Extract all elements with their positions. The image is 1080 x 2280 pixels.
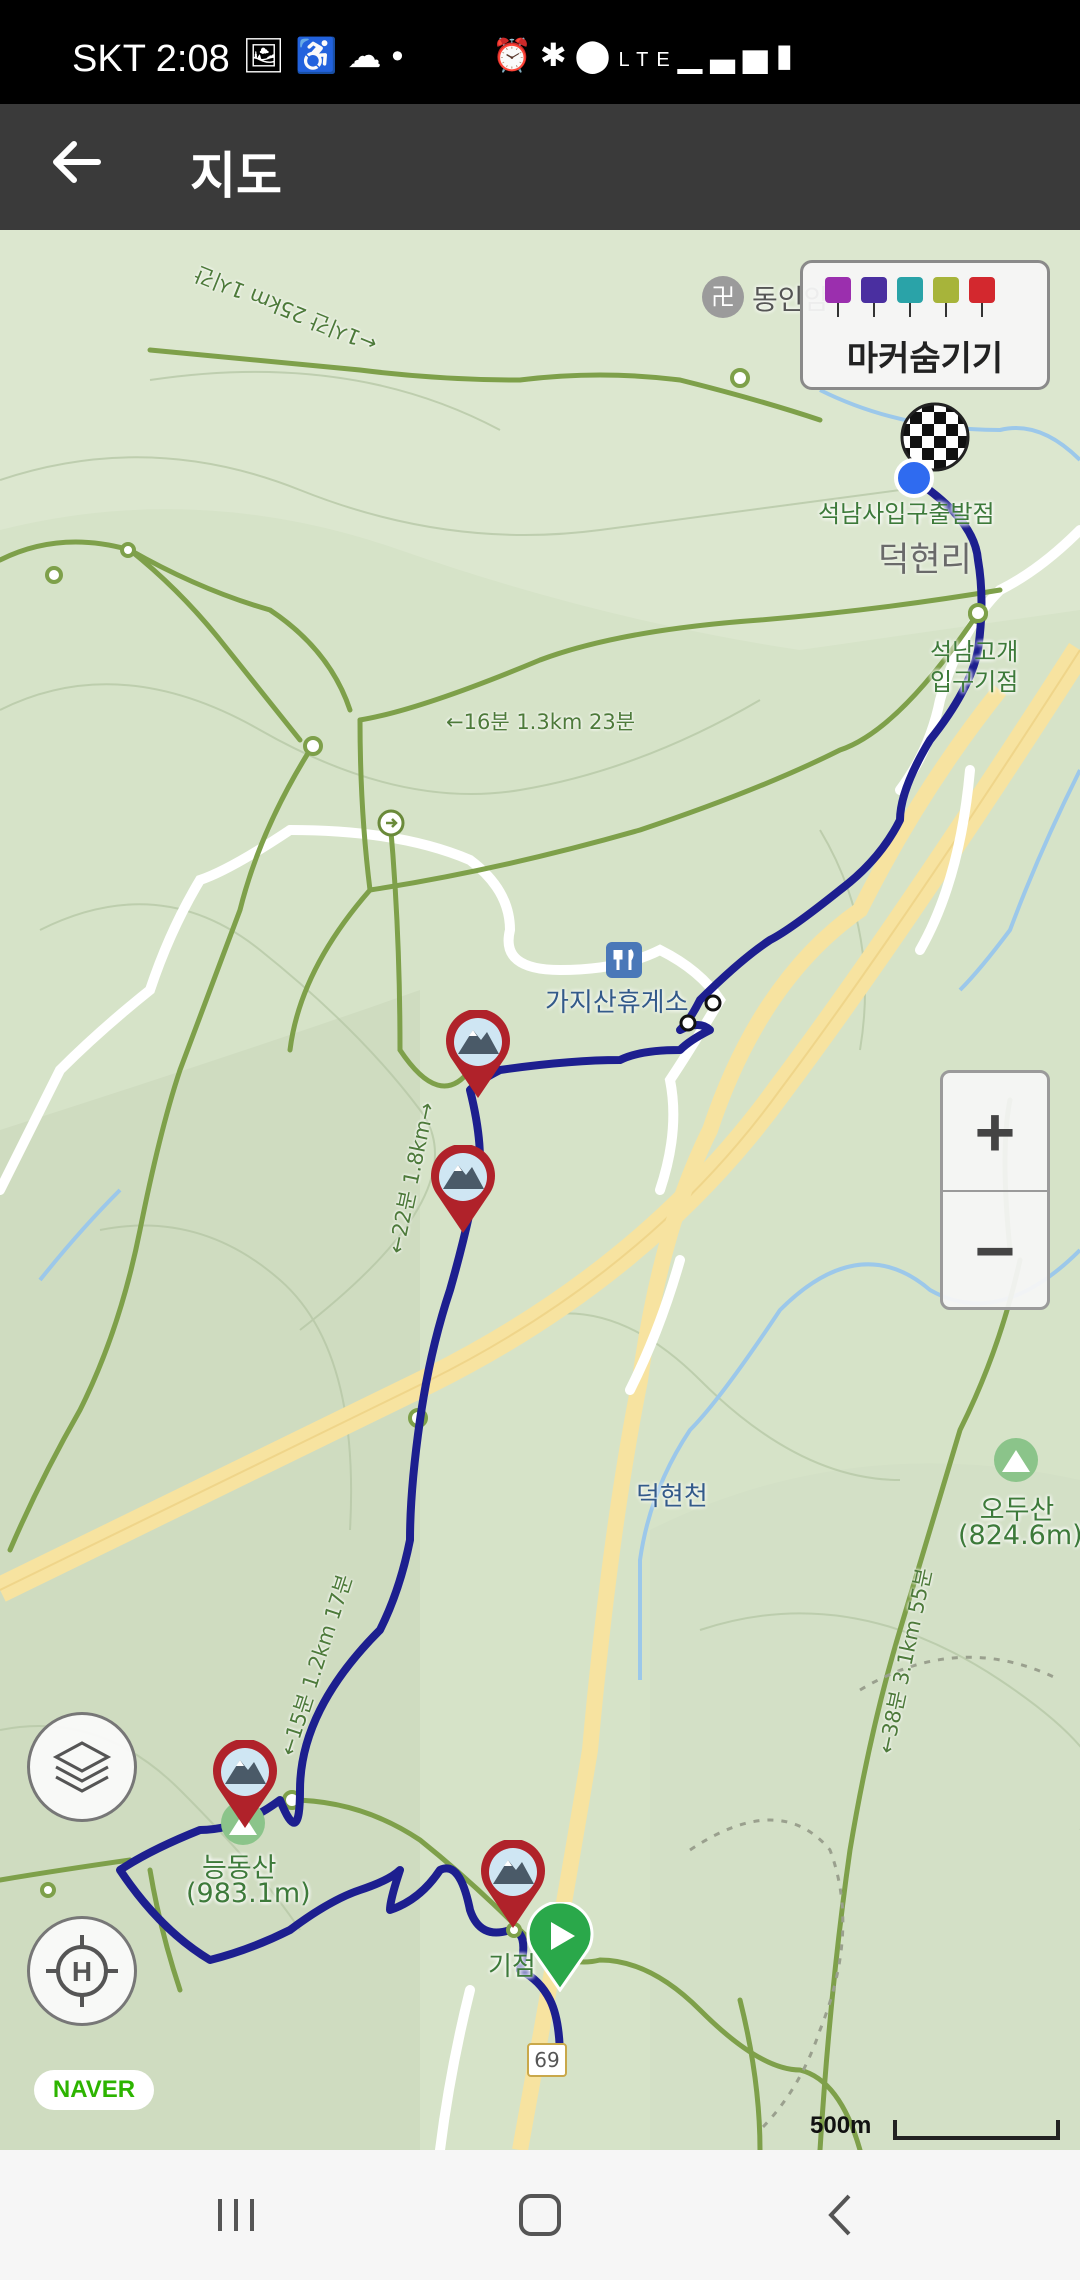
video-pin-icon (861, 277, 887, 317)
current-location-icon (894, 458, 934, 498)
app-bar: 지도 (0, 104, 1080, 230)
naver-attribution: NAVER (34, 2070, 154, 2110)
cloud-icon: ☁ (347, 37, 392, 75)
lte-icon: LTE (618, 49, 678, 71)
rest-area-icon (606, 942, 642, 978)
status-bar: SKT 2:08 🖼♿☁• ⏰✱⬤LTE▁▃▅▮ (0, 0, 1080, 104)
layers-button[interactable] (27, 1712, 137, 1822)
bluetooth-icon: ✱ (539, 37, 575, 73)
svg-text:卍: 卍 (711, 283, 735, 311)
page-title: 지도 (190, 148, 282, 204)
place-label-stream: 덕현천 (636, 1482, 708, 1512)
peak-icon (994, 1438, 1038, 1482)
road-number-badge: 69 (527, 2043, 567, 2077)
hide-markers-button[interactable]: 마커숨기기 (800, 260, 1050, 390)
location-icon: ⬤ (574, 37, 619, 73)
direction-node-icon (377, 809, 405, 837)
hide-markers-label: 마커숨기기 (846, 340, 1004, 378)
waypoint-marker-icon[interactable] (428, 1145, 498, 1235)
temple-icon: 卍 (702, 276, 744, 318)
back-icon[interactable] (780, 2180, 900, 2250)
waypoint-marker-icon[interactable] (443, 1010, 513, 1100)
status-right-icons: ⏰✱⬤LTE▁▃▅▮ (492, 36, 801, 74)
map-view[interactable]: 卍 69 동인암 석남사입구출발점 덕현리 석남고개 입구기점 가지산휴게소 덕… (0, 230, 1080, 2150)
flag-pin-icon (969, 277, 995, 317)
home-position-button[interactable]: H (27, 1916, 137, 2026)
battery-icon: ▮ (775, 37, 802, 73)
zoom-out-button[interactable]: − (943, 1192, 1047, 1309)
accessibility-icon: ♿ (295, 37, 348, 75)
peak-label-odusan-elev: (824.6m) (958, 1520, 1080, 1551)
peak-label-neungdong-elev: (983.1m) (186, 1878, 311, 1909)
svg-text:H: H (72, 1956, 92, 1987)
navigation-bar (0, 2150, 1080, 2280)
alarm-icon: ⏰ (492, 37, 540, 73)
dot-icon: • (391, 37, 414, 75)
zoom-in-button[interactable]: + (943, 1073, 1047, 1190)
photo-pin-icon (825, 277, 851, 317)
memo-pin-icon (933, 277, 959, 317)
marker-type-pins (825, 277, 1005, 321)
place-label-start-point: 석남사입구출발점 (818, 500, 995, 528)
voice-pin-icon (897, 277, 923, 317)
waypoint-marker-icon[interactable] (210, 1740, 280, 1830)
zoom-controls: + − (940, 1070, 1050, 1310)
trail-time-label: ←16분 1.3km 23분 (446, 710, 636, 734)
gallery-icon: 🖼 (242, 37, 296, 75)
layers-icon (52, 1741, 112, 1793)
recent-apps-icon[interactable] (176, 2180, 296, 2250)
place-label-rest-area: 가지산휴게소 (545, 988, 689, 1018)
home-icon[interactable] (480, 2180, 600, 2250)
place-label-pass-line2: 입구기점 (930, 668, 1019, 696)
status-time: SKT 2:08 (72, 38, 230, 80)
crosshair-home-icon: H (46, 1935, 118, 2007)
place-label-origin: 기점 (488, 1952, 536, 1982)
back-arrow-icon[interactable] (46, 132, 106, 192)
status-left-icons: 🖼♿☁• (242, 36, 413, 76)
signal-icon: ▁▃▅ (677, 37, 776, 73)
scale-label: 500m (810, 2112, 872, 2139)
place-label-village: 덕현리 (878, 540, 972, 580)
